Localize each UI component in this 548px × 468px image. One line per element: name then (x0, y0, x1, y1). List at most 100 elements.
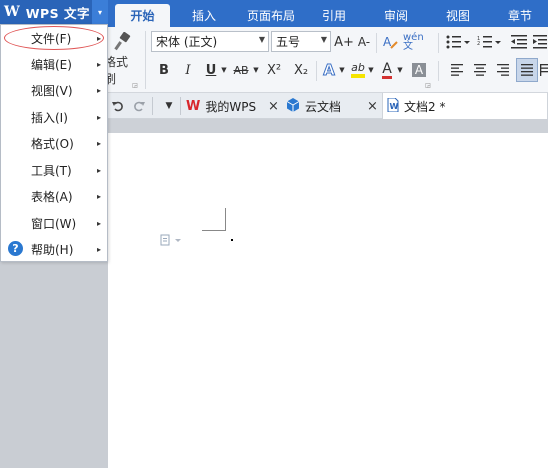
dialog-launcher-icon[interactable]: ◲ (425, 81, 431, 89)
align-left-icon[interactable] (448, 60, 466, 80)
tab-home[interactable]: 开始 (115, 4, 170, 27)
quick-access-dropdown-icon[interactable]: ▼ (162, 98, 176, 114)
chevron-right-icon: ▸ (96, 33, 101, 43)
menu-item-tools[interactable]: 工具(T) ▸ (1, 157, 107, 183)
close-icon[interactable]: × (268, 99, 279, 114)
text-effect-button[interactable]: A (320, 59, 338, 81)
italic-button[interactable]: I (179, 59, 197, 81)
menu-item-label: 文件(F) (31, 31, 72, 46)
close-icon[interactable]: × (367, 99, 378, 114)
menu-item-edit[interactable]: 编辑(E) ▸ (1, 51, 107, 77)
doc-tab-cloud-docs[interactable]: 云文档 (286, 93, 376, 119)
document-icon: W (387, 97, 399, 115)
divider (180, 97, 181, 115)
superscript-button[interactable]: X² (264, 59, 284, 81)
wps-app-menu-button[interactable]: W WPS 文字 ▾ (0, 0, 108, 24)
format-painter-button[interactable]: 格式刷 (104, 55, 138, 86)
font-color-label: A (382, 60, 392, 79)
font-color-button[interactable]: A (378, 59, 396, 81)
tab-review[interactable]: 审阅 (374, 4, 418, 27)
menu-item-table[interactable]: 表格(A) ▸ (1, 183, 107, 209)
tab-chapter[interactable]: 章节 (498, 4, 542, 27)
ribbon-tab-strip: W WPS 文字 ▾ 开始 插入 页面布局 引用 审阅 视图 章节 (0, 0, 548, 27)
doc-tab-document2[interactable]: W 文档2 * (382, 93, 548, 119)
help-icon: ? (8, 241, 23, 256)
highlight-button[interactable]: ab (349, 59, 367, 81)
chevron-down-icon[interactable]: ▼ (252, 61, 260, 79)
app-menu: 文件(F) ▸ 编辑(E) ▸ 视图(V) ▸ 插入(I) ▸ 格式(O) ▸ … (0, 24, 108, 262)
doc-tab-label: 我的WPS (205, 99, 257, 114)
font-size-combo[interactable]: 五号 ▼ (271, 31, 331, 52)
redo-icon[interactable] (131, 96, 147, 116)
tab-references[interactable]: 引用 (312, 4, 356, 27)
align-right-icon[interactable] (494, 60, 512, 80)
grow-font-button[interactable]: A+ (334, 31, 354, 53)
left-gray-area (0, 262, 108, 468)
undo-icon[interactable] (110, 96, 126, 116)
chevron-down-icon[interactable]: ▼ (338, 61, 346, 79)
chevron-right-icon: ▸ (96, 112, 101, 122)
numbered-list-icon[interactable]: 12 (476, 31, 502, 53)
phonetic-guide-label: wén 文 (403, 32, 424, 52)
increase-indent-icon[interactable] (532, 31, 548, 53)
bullet-list-icon[interactable] (445, 31, 471, 53)
underline-button[interactable]: U (202, 59, 220, 81)
font-size-value: 五号 (276, 35, 301, 49)
format-painter-icon[interactable] (112, 31, 132, 53)
divider (438, 33, 439, 53)
menu-item-label: 编辑(E) (31, 57, 72, 72)
chevron-right-icon: ▸ (96, 138, 101, 148)
app-name: WPS 文字 (25, 5, 91, 21)
doc-tab-my-wps[interactable]: W 我的WPS (186, 93, 276, 119)
chevron-down-icon[interactable]: ▼ (396, 61, 404, 79)
shrink-font-button[interactable]: A- (355, 31, 373, 53)
chevron-down-icon[interactable]: ▼ (367, 61, 375, 79)
strikethrough-button[interactable]: AB (230, 59, 252, 81)
align-center-icon[interactable] (471, 60, 489, 80)
divider (152, 97, 153, 115)
svg-text:2: 2 (477, 41, 480, 47)
menu-item-label: 帮助(H) (31, 242, 74, 257)
shrink-font-label: A- (357, 35, 371, 49)
dialog-launcher-icon[interactable]: ◲ (132, 81, 138, 89)
clear-format-icon[interactable]: A (380, 31, 400, 53)
chevron-down-icon[interactable]: ▼ (321, 35, 327, 44)
divider (316, 61, 317, 81)
chevron-right-icon: ▸ (96, 244, 101, 254)
menu-item-label: 窗口(W) (31, 216, 77, 231)
phonetic-guide-button[interactable]: wén 文 (403, 30, 433, 54)
grow-font-label: A+ (334, 34, 354, 50)
char-shading-button[interactable]: A (410, 60, 428, 80)
chevron-right-icon: ▸ (96, 59, 101, 69)
tab-insert[interactable]: 插入 (180, 4, 228, 27)
chevron-down-icon[interactable]: ▼ (220, 61, 228, 79)
chevron-right-icon: ▸ (96, 85, 101, 95)
menu-item-label: 视图(V) (31, 83, 73, 98)
menu-item-format[interactable]: 格式(O) ▸ (1, 130, 107, 156)
decrease-indent-icon[interactable] (509, 31, 529, 53)
divider (376, 33, 377, 53)
menu-item-label: 表格(A) (31, 189, 73, 204)
text-cursor (231, 239, 233, 241)
bold-button[interactable]: B (155, 59, 173, 81)
chevron-right-icon: ▸ (96, 218, 101, 228)
divider (145, 31, 146, 89)
justify-icon[interactable] (516, 58, 538, 82)
tab-view[interactable]: 视图 (436, 4, 480, 27)
menu-item-file[interactable]: 文件(F) ▸ (1, 25, 107, 51)
subscript-button[interactable]: X₂ (291, 59, 311, 81)
menu-item-insert[interactable]: 插入(I) ▸ (1, 104, 107, 130)
app-menu-dropdown-icon[interactable]: ▾ (92, 0, 108, 24)
paste-options-icon[interactable] (160, 234, 182, 249)
menu-item-window[interactable]: 窗口(W) ▸ (1, 210, 107, 236)
chevron-right-icon: ▸ (96, 191, 101, 201)
menu-item-view[interactable]: 视图(V) ▸ (1, 77, 107, 103)
font-name-combo[interactable]: 宋体 (正文) ▼ (151, 31, 269, 52)
chevron-down-icon[interactable]: ▼ (259, 35, 265, 44)
tab-page-layout[interactable]: 页面布局 (238, 4, 304, 27)
divider (438, 61, 439, 81)
chevron-right-icon: ▸ (96, 165, 101, 175)
distributed-align-icon[interactable] (540, 60, 548, 80)
menu-item-help[interactable]: ? 帮助(H) ▸ (1, 236, 107, 262)
document-page[interactable] (108, 133, 548, 468)
